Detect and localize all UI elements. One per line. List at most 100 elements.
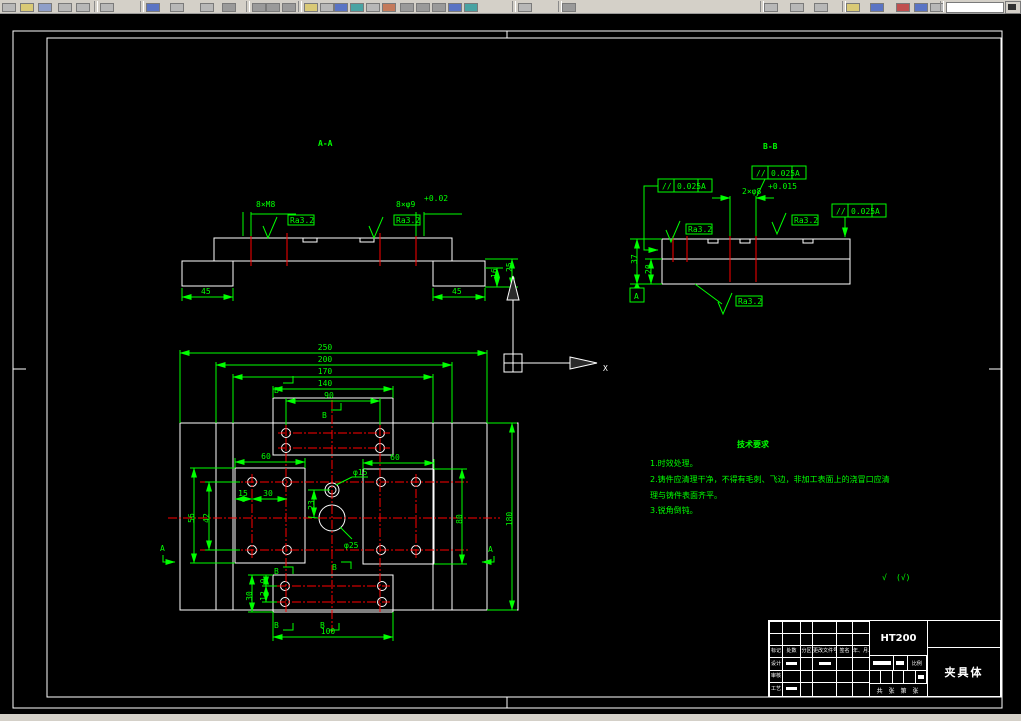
redo-icon[interactable] [266, 3, 280, 12]
section-mark-b: B [274, 621, 279, 630]
dim-9: 9 [259, 578, 268, 583]
area-icon[interactable] [416, 3, 430, 12]
svg-text://: // [836, 207, 846, 216]
section-view-bb[interactable]: B-B // 0.025 A // 0.025 A // 0.025 A 2×φ… [629, 142, 887, 316]
options-icon[interactable] [814, 3, 828, 12]
toolbar-separator [246, 1, 250, 12]
spelling-icon[interactable] [100, 3, 114, 12]
toolbars-icon[interactable] [790, 3, 804, 12]
layers-icon[interactable] [350, 3, 364, 12]
zoom-realtime-icon[interactable] [304, 3, 318, 12]
list-icon[interactable] [448, 3, 462, 12]
status-bar-sliver [0, 714, 1021, 721]
dim-depth-base: 20 [644, 264, 653, 274]
tech-req-title: 技术要求 [737, 439, 770, 449]
named-views-icon[interactable] [518, 3, 532, 12]
distance-icon[interactable] [400, 3, 414, 12]
render-icon[interactable] [764, 3, 778, 12]
match-properties-icon[interactable] [222, 3, 236, 12]
toolbar-icons [0, 0, 1021, 13]
dim-dia25: φ25 [344, 541, 359, 550]
drawing-canvas[interactable]: A-A 8×M8 8×φ9 +0.02 Ra3.2 Ra3.2 45 45 16… [0, 0, 1021, 721]
toolbar-separator [842, 1, 846, 12]
material-label: HT200 [870, 621, 927, 656]
tb-header-zone: 分区 [800, 645, 813, 658]
roughness-icon [771, 212, 787, 236]
orbit-icon[interactable] [562, 3, 576, 12]
mass-properties-icon[interactable] [432, 3, 446, 12]
section-view-aa[interactable]: A-A 8×M8 8×φ9 +0.02 Ra3.2 Ra3.2 45 45 16… [181, 139, 518, 301]
dim-pin-holes-tol: +0.015 [768, 182, 797, 191]
tech-req-line: 2.铸件应清理干净，不得有毛刺、飞边，非加工表面上的浇冒口应清 [650, 474, 890, 484]
toolbar-separator [940, 1, 944, 12]
svg-text:A: A [795, 169, 800, 178]
svg-text:0.025: 0.025 [851, 207, 875, 216]
layer-combo-box[interactable] [946, 2, 1004, 13]
dim-12: 12 [259, 591, 268, 601]
dim-170: 170 [318, 367, 333, 376]
weight-value [896, 661, 905, 665]
tb-row-design: 设计 [769, 657, 783, 671]
dim-42: 42 [202, 513, 211, 523]
dim-flange-right: 45 [452, 287, 462, 296]
toolbar-separator [94, 1, 98, 12]
pan-icon[interactable] [282, 3, 296, 12]
copy-icon[interactable] [170, 3, 184, 12]
slot-notch [359, 237, 375, 243]
zoom-previous-icon[interactable] [334, 3, 348, 12]
ucs-icon: X [503, 275, 608, 373]
dim-drilled-holes: 8×φ9 [396, 200, 415, 209]
view-title: A-A [318, 139, 333, 148]
paste-icon[interactable] [200, 3, 214, 12]
svg-text:0.025: 0.025 [677, 182, 701, 191]
dim-200: 200 [318, 355, 333, 364]
signature [786, 661, 797, 665]
app-button[interactable] [1005, 1, 1021, 14]
properties-icon[interactable] [382, 3, 396, 12]
layer-properties-icon[interactable] [366, 3, 380, 12]
save-icon[interactable] [38, 3, 52, 12]
check-mark-paren: (√) [896, 573, 910, 582]
tb-row-check: 审核 [769, 670, 783, 683]
dim-30: 30 [263, 489, 273, 498]
svg-text://: // [756, 169, 766, 178]
dim-23: 23 [307, 500, 316, 510]
slot-notch [302, 237, 318, 243]
dim-total-height: 25 [505, 262, 514, 272]
color-control-icon[interactable] [846, 3, 860, 12]
tb-header-docno: 更改文件号 [812, 645, 837, 658]
stage-mark [872, 661, 891, 665]
locate-point-icon[interactable] [464, 3, 478, 12]
svg-text:0.025: 0.025 [771, 169, 795, 178]
zoom-window-icon[interactable] [320, 3, 334, 12]
text-style-icon[interactable] [914, 3, 928, 12]
roughness-label: Ra3.2 [396, 216, 420, 225]
tech-req-line: 1.时效处理。 [650, 458, 698, 468]
qnew-icon[interactable] [2, 3, 16, 12]
tb-header-sign: 签名 [836, 645, 853, 658]
datum-label: A [634, 292, 639, 301]
undo-icon[interactable] [252, 3, 266, 12]
linetype-control-icon[interactable] [870, 3, 884, 12]
roughness-label: Ra3.2 [290, 216, 314, 225]
dim-overall-width: 250 [318, 343, 333, 352]
signature [818, 661, 831, 665]
dim-30b: 30 [245, 591, 254, 601]
tb-header-count: 处数 [782, 645, 801, 658]
lineweight-control-icon[interactable] [896, 3, 910, 12]
roughness-label: Ra3.2 [688, 225, 712, 234]
roughness-label: Ra3.2 [738, 297, 762, 306]
dim-tapped-holes: 8×M8 [256, 200, 275, 209]
plan-view[interactable]: 250 200 170 140 90 60 15 30 56 42 60 80 [160, 343, 519, 641]
dim-180: 180 [505, 512, 514, 527]
dim-90: 90 [324, 391, 334, 400]
tech-req-line: 3.锐角倒钝。 [650, 505, 698, 515]
roughness-icon [717, 292, 733, 316]
view-title: B-B [763, 142, 778, 151]
print-icon[interactable] [58, 3, 72, 12]
svg-text:A: A [875, 207, 880, 216]
open-icon[interactable] [20, 3, 34, 12]
cut-icon[interactable] [146, 3, 160, 12]
print-preview-icon[interactable] [76, 3, 90, 12]
dim-step-height: 16 [490, 268, 499, 278]
